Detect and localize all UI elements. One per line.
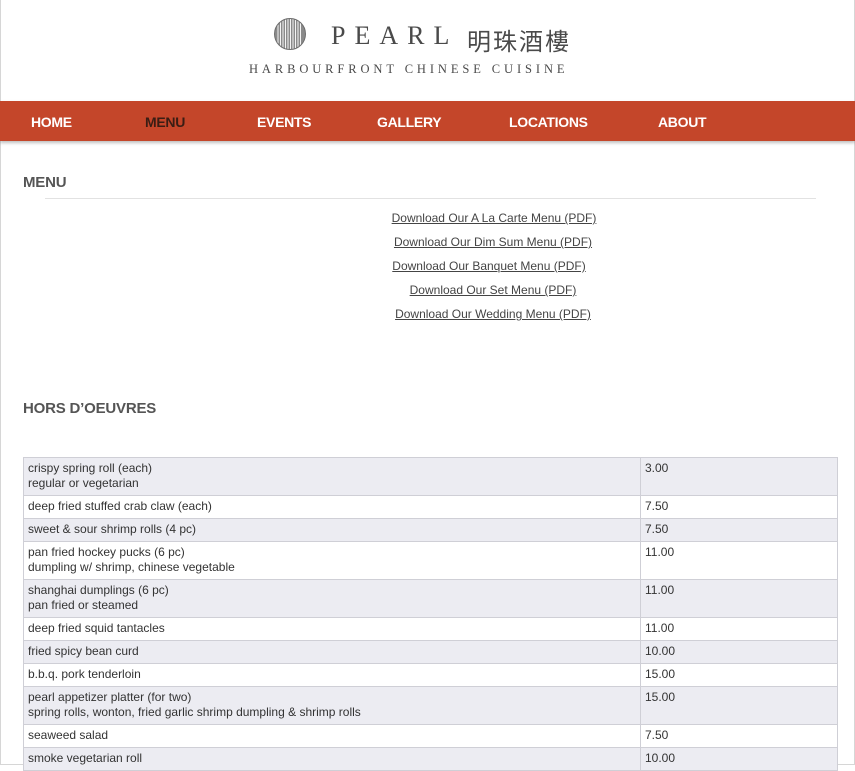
table-row: pan fried hockey pucks (6 pc) dumpling w/… [23,541,838,580]
section-divider [45,198,816,199]
dish-cell: fried spicy bean curd [23,640,641,664]
table-row: shanghai dumplings (6 pc) pan fried or st… [23,579,838,618]
table-row: pearl appetizer platter (for two) spring … [23,686,838,725]
dish-cell: crispy spring roll (each) regular or vege… [23,457,641,496]
table-row: crispy spring roll (each) regular or vege… [23,457,838,496]
nav-gallery[interactable]: GALLERY [377,114,442,130]
download-banquet-link[interactable]: Download Our Banquet Menu (PDF) [392,259,585,273]
table-row: fried spicy bean curd 10.00 [23,640,838,664]
dish-name: crispy spring roll (each) [28,461,153,475]
table-row: deep fried squid tantacles 11.00 [23,617,838,641]
download-set-menu-link[interactable]: Download Our Set Menu (PDF) [410,283,577,297]
nav-events[interactable]: EVENTS [257,114,312,130]
dish-price: 11.00 [640,541,838,580]
brand-tagline: HARBOURFRONT CHINESE CUISINE [249,62,569,76]
nav-home[interactable]: HOME [31,114,72,130]
dish-price: 3.00 [640,457,838,496]
dish-cell: seaweed salad [23,724,641,748]
dish-price: 11.00 [640,617,838,641]
table-row: b.b.q. pork tenderloin 15.00 [23,663,838,687]
dish-cell: shanghai dumplings (6 pc) pan fried or st… [23,579,641,618]
brand-chinese-name: 明珠酒樓 [467,28,571,56]
table-row: smoke vegetarian roll 10.00 [23,747,838,771]
menu-heading: MENU [23,174,67,191]
nav-locations[interactable]: LOCATIONS [509,114,588,130]
dish-cell: pearl appetizer platter (for two) spring … [23,686,641,725]
site-header: PEARL 明珠酒樓 HARBOURFRONT CHINESE CUISINE [0,0,855,101]
dish-name: fried spicy bean curd [28,644,139,658]
download-dim-sum-link[interactable]: Download Our Dim Sum Menu (PDF) [394,235,592,249]
dish-cell: pan fried hockey pucks (6 pc) dumpling w/… [23,541,641,580]
dish-cell: sweet & sour shrimp rolls (4 pc) [23,518,641,542]
dish-description: spring rolls, wonton, fried garlic shrim… [28,705,361,719]
dish-name: smoke vegetarian roll [28,751,143,765]
dish-description: dumpling w/ shrimp, chinese vegetable [28,560,235,574]
dish-name: b.b.q. pork tenderloin [28,667,141,681]
dish-name: deep fried stuffed crab claw (each) [28,499,212,513]
download-a-la-carte-link[interactable]: Download Our A La Carte Menu (PDF) [392,211,597,225]
dish-price: 15.00 [640,686,838,725]
dish-price: 7.50 [640,495,838,519]
dish-name: seaweed salad [28,728,109,742]
dish-name: pearl appetizer platter (for two) [28,690,192,704]
site-logo[interactable]: PEARL 明珠酒樓 HARBOURFRONT CHINESE CUISINE [249,18,611,78]
dish-cell: deep fried stuffed crab claw (each) [23,495,641,519]
dish-cell: deep fried squid tantacles [23,617,641,641]
dish-name: pan fried hockey pucks (6 pc) [28,545,185,559]
table-row: deep fried stuffed crab claw (each) 7.50 [23,495,838,519]
table-row: sweet & sour shrimp rolls (4 pc) 7.50 [23,518,838,542]
nav-about[interactable]: ABOUT [658,114,707,130]
nav-menu[interactable]: MENU [145,114,185,130]
dish-cell: b.b.q. pork tenderloin [23,663,641,687]
dish-name: sweet & sour shrimp rolls (4 pc) [28,522,197,536]
pearl-logo-icon [274,18,306,50]
hors-doeuvres-table: crispy spring roll (each) regular or vege… [23,457,838,771]
brand-name: PEARL [331,21,459,50]
dish-name: deep fried squid tantacles [28,621,165,635]
dish-price: 7.50 [640,724,838,748]
dish-price: 15.00 [640,663,838,687]
download-wedding-link[interactable]: Download Our Wedding Menu (PDF) [395,307,591,321]
dish-description: pan fried or steamed [28,598,139,612]
dish-name: shanghai dumplings (6 pc) [28,583,169,597]
dish-price: 11.00 [640,579,838,618]
dish-description: regular or vegetarian [28,476,139,490]
table-row: seaweed salad 7.50 [23,724,838,748]
dish-cell: smoke vegetarian roll [23,747,641,771]
dish-price: 10.00 [640,640,838,664]
main-nav: HOME MENU EVENTS GALLERY LOCATIONS ABOUT [0,101,855,141]
hors-doeuvres-heading: HORS D’OEUVRES [23,400,157,417]
dish-price: 7.50 [640,518,838,542]
dish-price: 10.00 [640,747,838,771]
